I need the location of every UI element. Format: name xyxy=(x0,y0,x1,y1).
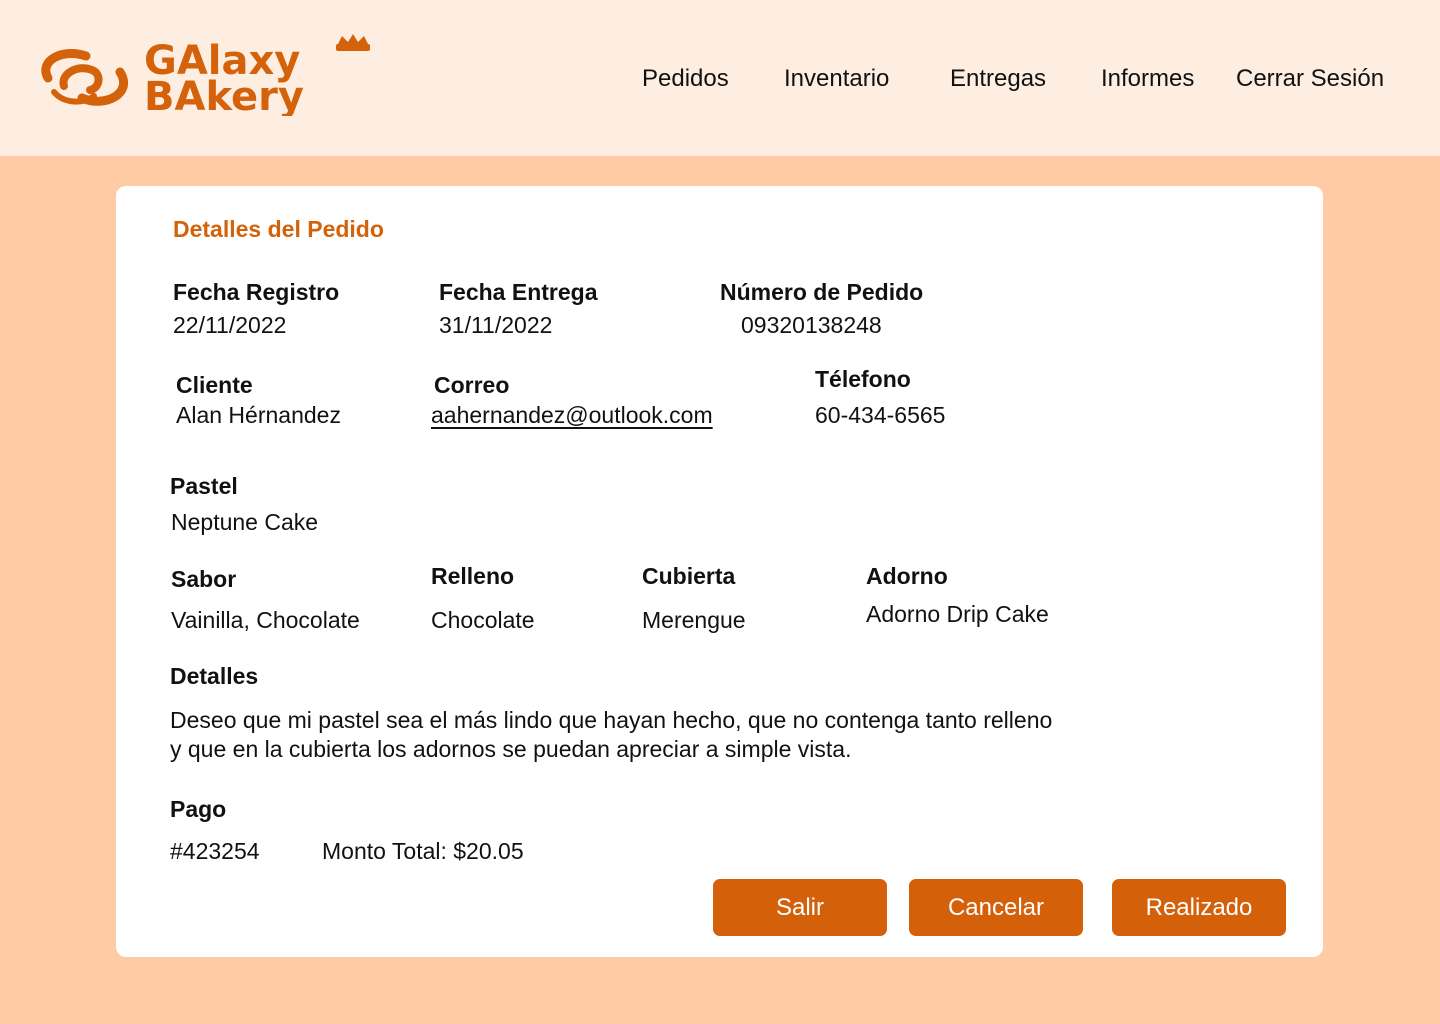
telefono-value: 60-434-6565 xyxy=(815,402,946,428)
galaxy-bakery-logo[interactable]: GAlaxy BAkery xyxy=(34,34,379,116)
fecha-entrega-label: Fecha Entrega xyxy=(439,279,598,305)
adorno-value: Adorno Drip Cake xyxy=(866,601,1049,627)
crown-icon xyxy=(336,34,370,51)
detalles-label: Detalles xyxy=(170,663,259,689)
relleno-value: Chocolate xyxy=(431,607,535,633)
detalles-text: Deseo que mi pastel sea el más lindo que… xyxy=(170,706,1170,764)
cubierta-label: Cubierta xyxy=(642,563,736,589)
section-title: Detalles del Pedido xyxy=(173,216,384,242)
fecha-registro-label: Fecha Registro xyxy=(173,279,340,305)
correo-link[interactable]: aahernandez@outlook.com xyxy=(431,402,713,429)
adorno-label: Adorno xyxy=(866,563,948,589)
cancelar-button[interactable]: Cancelar xyxy=(909,879,1083,936)
nav-inventario[interactable]: Inventario xyxy=(784,64,889,94)
numero-pedido-label: Número de Pedido xyxy=(720,279,924,305)
logo-text-line2: BAkery xyxy=(144,74,304,116)
cubierta-value: Merengue xyxy=(642,607,746,633)
pastel-label: Pastel xyxy=(170,473,238,499)
nav-pedidos[interactable]: Pedidos xyxy=(642,64,729,94)
numero-pedido-value: 09320138248 xyxy=(741,312,882,338)
pago-id: #423254 xyxy=(170,838,260,864)
pago-label: Pago xyxy=(170,796,227,822)
order-details-card: Detalles del Pedido Fecha Registro 22/11… xyxy=(116,186,1323,957)
detalles-line-1: Deseo que mi pastel sea el más lindo que… xyxy=(170,707,1053,733)
nav-informes[interactable]: Informes xyxy=(1101,64,1194,94)
sabor-label: Sabor xyxy=(171,566,237,592)
monto-total: Monto Total: $20.05 xyxy=(322,838,524,864)
header-bar: GAlaxy BAkery Pedidos Inventario Entrega… xyxy=(0,0,1440,156)
correo-label: Correo xyxy=(434,372,510,398)
nav-cerrar-sesion[interactable]: Cerrar Sesión xyxy=(1236,64,1384,94)
cliente-value: Alan Hérnandez xyxy=(176,402,341,428)
telefono-label: Télefono xyxy=(815,366,911,392)
realizado-button[interactable]: Realizado xyxy=(1112,879,1286,936)
sabor-value: Vainilla, Chocolate xyxy=(171,607,360,633)
cliente-label: Cliente xyxy=(176,372,253,398)
relleno-label: Relleno xyxy=(431,563,515,589)
fecha-entrega-value: 31/11/2022 xyxy=(439,312,553,338)
salir-button[interactable]: Salir xyxy=(713,879,887,936)
fecha-registro-value: 22/11/2022 xyxy=(173,312,287,338)
pastel-value: Neptune Cake xyxy=(171,509,319,535)
detalles-line-2: y que en la cubierta los adornos se pued… xyxy=(170,736,852,762)
nav-entregas[interactable]: Entregas xyxy=(950,64,1046,94)
swirl-icon xyxy=(41,48,129,106)
